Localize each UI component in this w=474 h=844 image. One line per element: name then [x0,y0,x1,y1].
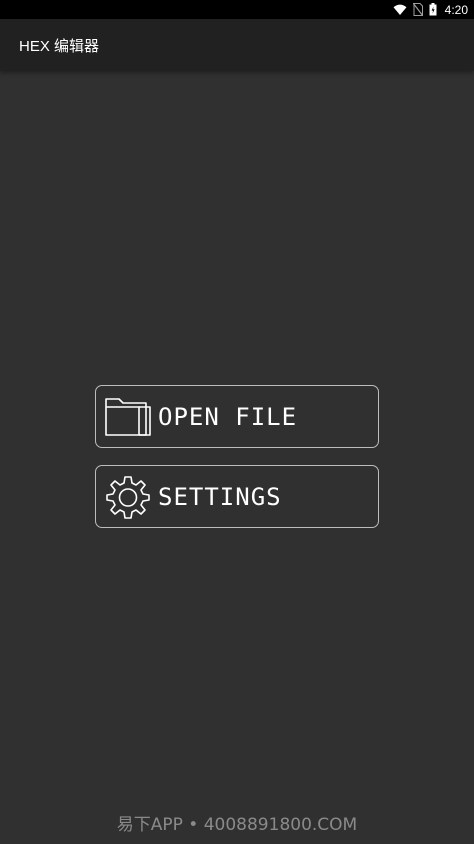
settings-label: SETTINGS [158,482,282,511]
folder-icon [104,393,152,441]
status-bar: 4:20 [0,0,474,19]
wifi-icon [393,4,407,16]
app-bar: HEX 编辑器 [0,19,474,71]
open-file-button[interactable]: OPEN FILE [95,385,379,448]
no-sim-icon [412,3,423,16]
battery-icon [429,3,437,16]
clock-time: 4:20 [444,2,468,17]
settings-button[interactable]: SETTINGS [95,465,379,528]
gear-icon [104,473,152,521]
watermark: 易下APP • 4008891800.COM [116,815,358,835]
open-file-label: OPEN FILE [158,402,298,431]
app-title: HEX 编辑器 [19,37,100,55]
